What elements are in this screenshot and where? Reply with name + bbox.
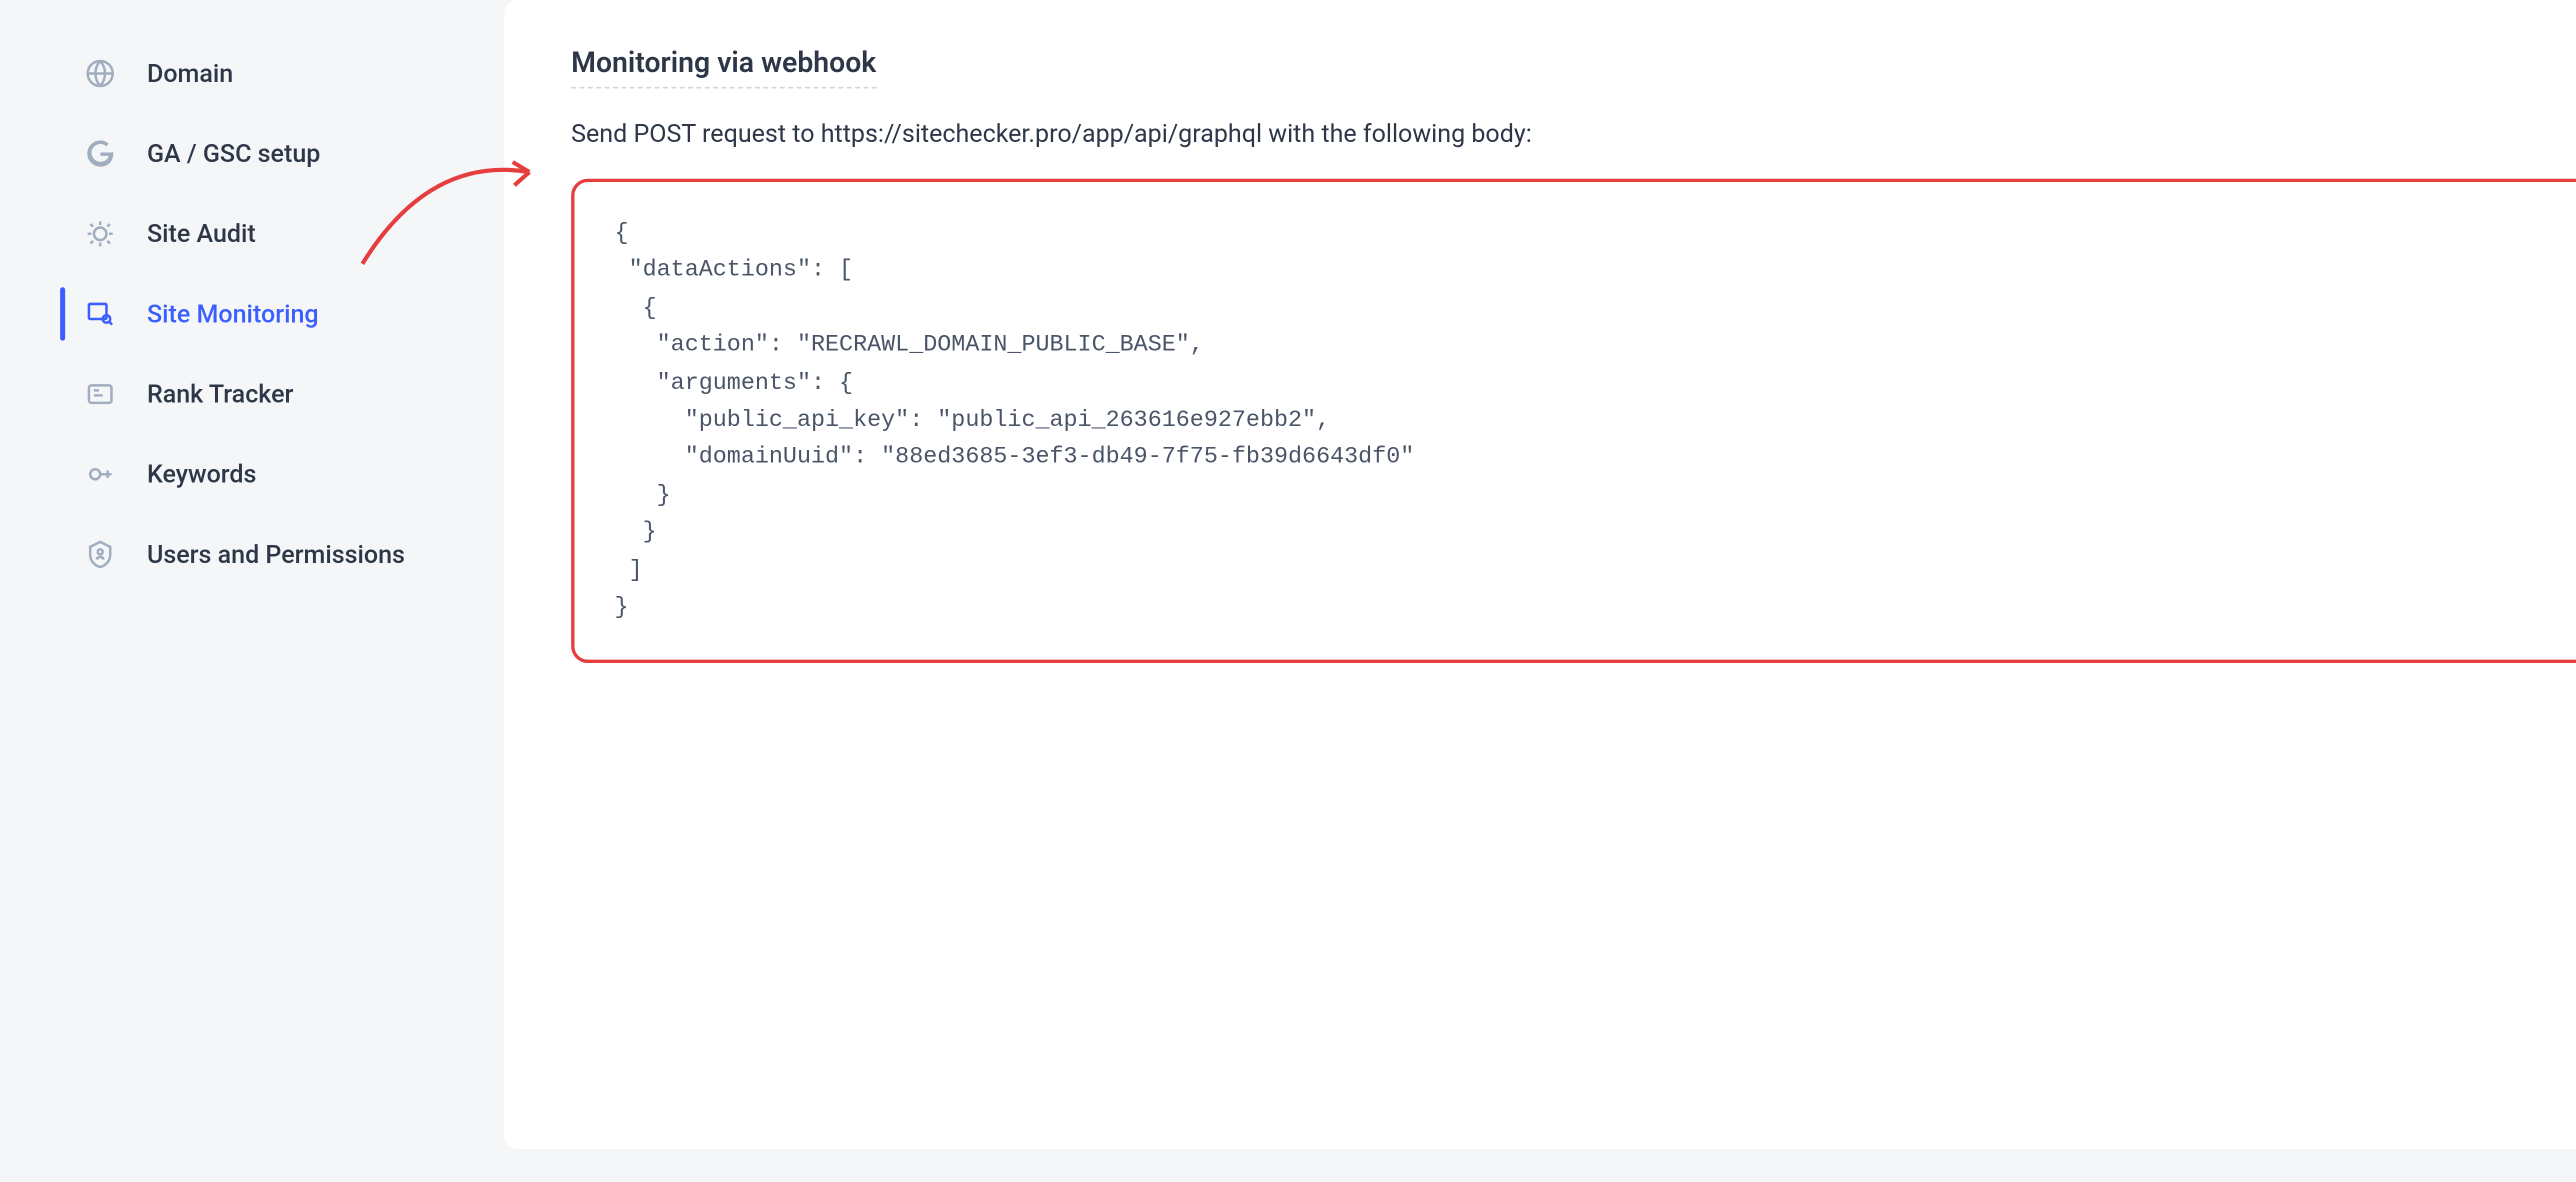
sidebar: Domain GA / GSC setup Site Audit Site Mo…: [0, 0, 504, 1182]
sidebar-item-users-permissions[interactable]: Users and Permissions: [0, 514, 504, 594]
sidebar-item-label: Users and Permissions: [147, 539, 405, 569]
sidebar-item-ga-gsc[interactable]: GA / GSC setup: [0, 114, 504, 194]
key-icon: [80, 454, 120, 494]
sidebar-item-keywords[interactable]: Keywords: [0, 434, 504, 514]
code-block[interactable]: { "dataActions": [ { "action": "RECRAWL_…: [571, 179, 2576, 664]
main-content: Monitoring via webhook Send POST request…: [504, 0, 2576, 1149]
google-g-icon: [80, 134, 120, 174]
sidebar-item-site-monitoring[interactable]: Site Monitoring: [0, 274, 504, 354]
rank-icon: [80, 374, 120, 414]
globe-icon: [80, 53, 120, 93]
sidebar-item-label: Keywords: [147, 459, 256, 489]
sidebar-item-label: Domain: [147, 58, 233, 88]
section-description: Send POST request to https://sitechecker…: [571, 119, 2576, 149]
sidebar-item-site-audit[interactable]: Site Audit: [0, 194, 504, 274]
sidebar-item-rank-tracker[interactable]: Rank Tracker: [0, 354, 504, 434]
sidebar-item-label: Site Monitoring: [147, 299, 319, 329]
sidebar-item-label: Rank Tracker: [147, 379, 293, 409]
sidebar-item-label: GA / GSC setup: [147, 139, 320, 169]
shield-user-icon: [80, 534, 120, 574]
sidebar-item-domain[interactable]: Domain: [0, 33, 504, 113]
section-title: Monitoring via webhook: [571, 47, 876, 89]
monitor-search-icon: [80, 294, 120, 334]
bug-icon: [80, 214, 120, 254]
sidebar-item-label: Site Audit: [147, 219, 256, 249]
